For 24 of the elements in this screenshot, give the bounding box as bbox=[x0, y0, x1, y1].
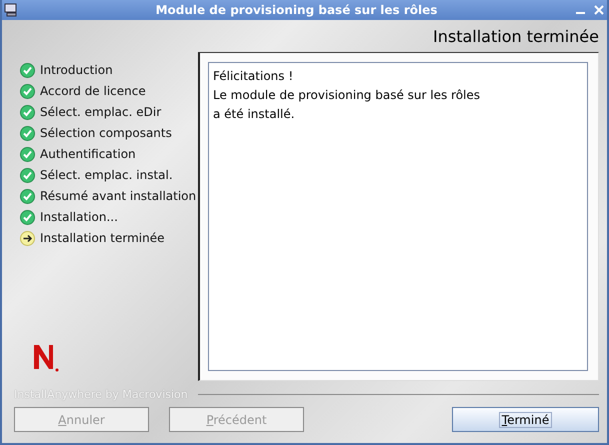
dialog-button[interactable]: Terminé bbox=[452, 407, 599, 432]
checkmark-icon bbox=[20, 188, 35, 204]
checkmark-icon bbox=[20, 84, 35, 98]
window-title: Module de provisioning basé sur les rôles bbox=[154, 3, 438, 17]
checkmark-icon bbox=[20, 146, 35, 162]
checkmark-icon bbox=[20, 104, 35, 120]
step-label: Accord de licence bbox=[40, 84, 146, 98]
checkmark-icon bbox=[20, 62, 35, 78]
step-label: Authentification bbox=[40, 147, 136, 161]
step-label: Introduction bbox=[40, 63, 113, 77]
step-label: Installation... bbox=[40, 210, 118, 224]
step-label: Sélection composants bbox=[40, 126, 172, 140]
page-heading: Installation terminée bbox=[433, 26, 599, 46]
step-label: Sélect. emplac. instal. bbox=[40, 168, 173, 182]
message-text: Félicitations ! Le module de provisioning basé sur les rôles a été installé. bbox=[213, 69, 480, 121]
computer-icon bbox=[4, 3, 18, 17]
n-logo-icon bbox=[32, 343, 60, 373]
close-icon[interactable] bbox=[593, 4, 605, 16]
step-label: Installation terminée bbox=[40, 231, 164, 245]
checkmark-icon bbox=[20, 168, 35, 182]
step-label: Sélect. emplac. eDir bbox=[40, 105, 162, 119]
checkmark-icon bbox=[20, 126, 35, 140]
step-label: Résumé avant installation bbox=[40, 189, 196, 203]
checkmark-icon bbox=[20, 210, 35, 224]
